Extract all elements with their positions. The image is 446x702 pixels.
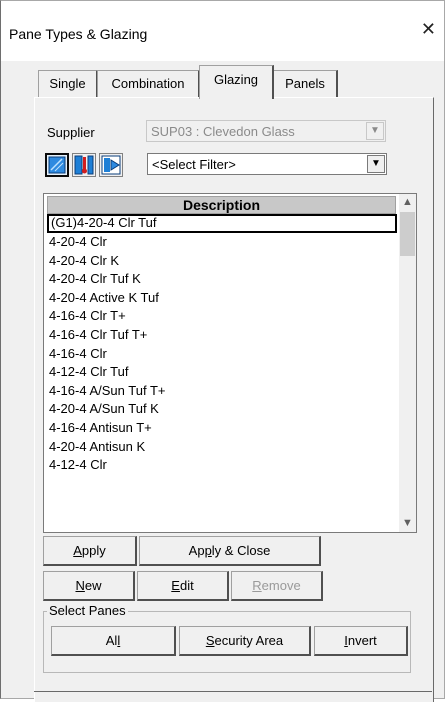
security-area-label: Security Area [205, 633, 284, 648]
tab-panel-bottom-edge [34, 691, 432, 692]
glass-pane-button[interactable] [45, 153, 69, 177]
list-item[interactable]: 4-12-4 Clr [47, 456, 397, 475]
apply-close-label: Apply & Close [188, 543, 271, 558]
supplier-label: Supplier [47, 125, 95, 140]
remove-label: Remove [252, 578, 301, 593]
select-panes-legend: Select Panes [47, 603, 128, 618]
tab-glazing[interactable]: Glazing [199, 65, 274, 99]
apply-close-button[interactable]: Apply & Close [139, 536, 321, 566]
filter-value: <Select Filter> [152, 157, 236, 172]
tab-panels-label: Panels [285, 76, 325, 91]
security-pane-button[interactable] [99, 153, 123, 177]
invert-button[interactable]: Invert [314, 626, 408, 656]
list-item[interactable]: 4-16-4 Clr T+ [47, 307, 397, 326]
edit-label: Edit [171, 578, 194, 593]
list-header[interactable]: Description [47, 196, 396, 214]
new-button[interactable]: New [43, 571, 135, 601]
chevron-down-icon: ▼ [366, 122, 384, 140]
security-area-button[interactable]: Security Area [179, 626, 311, 656]
list-item[interactable]: 4-16-4 Clr [47, 345, 397, 364]
list-item[interactable]: 4-16-4 Antisun T+ [47, 419, 397, 438]
thermometer-icon [74, 155, 94, 175]
scroll-thumb[interactable] [400, 212, 415, 256]
apply-label: Apply [73, 543, 106, 558]
list-item[interactable]: 4-20-4 Clr K [47, 252, 397, 271]
list-item[interactable]: 4-20-4 Active K Tuf [47, 289, 397, 308]
select-all-label: All [105, 633, 121, 648]
supplier-value: SUP03 : Clevedon Glass [151, 124, 295, 139]
description-list[interactable]: Description (G1)4-20-4 Clr Tuf 4-20-4 Clr… [43, 193, 417, 533]
supplier-select[interactable]: SUP03 : Clevedon Glass ▼ [146, 120, 386, 142]
close-icon[interactable]: ✕ [421, 21, 436, 39]
tab-combination-label: Combination [111, 76, 185, 91]
scroll-up-icon[interactable]: ▲ [399, 194, 416, 211]
list-item[interactable]: 4-20-4 Antisun K [47, 438, 397, 457]
list-item[interactable]: 4-20-4 A/Sun Tuf K [47, 400, 397, 419]
title-bar: Pane Types & Glazing ✕ [1, 1, 444, 61]
list-item[interactable]: 4-16-4 Clr Tuf T+ [47, 326, 397, 345]
tab-panels[interactable]: Panels [273, 70, 338, 97]
select-all-button[interactable]: All [51, 626, 176, 656]
glass-pane-icon [48, 156, 66, 174]
apply-button[interactable]: Apply [43, 536, 137, 566]
list-item[interactable]: 4-12-4 Clr Tuf [47, 363, 397, 382]
security-pane-icon [101, 155, 121, 175]
scroll-down-icon[interactable]: ▼ [399, 515, 416, 532]
tab-combination[interactable]: Combination [97, 70, 200, 97]
vertical-scrollbar[interactable]: ▲ ▼ [399, 194, 416, 532]
invert-label: Invert [344, 633, 377, 648]
list-item[interactable]: 4-20-4 Clr [47, 233, 397, 252]
list-rows: (G1)4-20-4 Clr Tuf 4-20-4 Clr 4-20-4 Clr K… [47, 214, 397, 475]
thermal-button[interactable] [72, 153, 96, 177]
list-item[interactable]: 4-20-4 Clr Tuf K [47, 270, 397, 289]
dialog-window: Pane Types & Glazing ✕ Single Combinatio… [0, 0, 445, 702]
window-title: Pane Types & Glazing [9, 26, 148, 42]
remove-button[interactable]: Remove [231, 571, 323, 601]
tab-single[interactable]: Single [38, 70, 98, 97]
filter-select[interactable]: <Select Filter> ▼ [147, 153, 387, 175]
new-label: New [75, 578, 102, 593]
chevron-down-icon: ▼ [367, 155, 385, 173]
edit-button[interactable]: Edit [137, 571, 229, 601]
list-item[interactable]: (G1)4-20-4 Clr Tuf [47, 214, 397, 233]
tab-single-label: Single [49, 76, 86, 91]
tab-glazing-label: Glazing [213, 72, 259, 87]
list-item[interactable]: 4-16-4 A/Sun Tuf T+ [47, 382, 397, 401]
